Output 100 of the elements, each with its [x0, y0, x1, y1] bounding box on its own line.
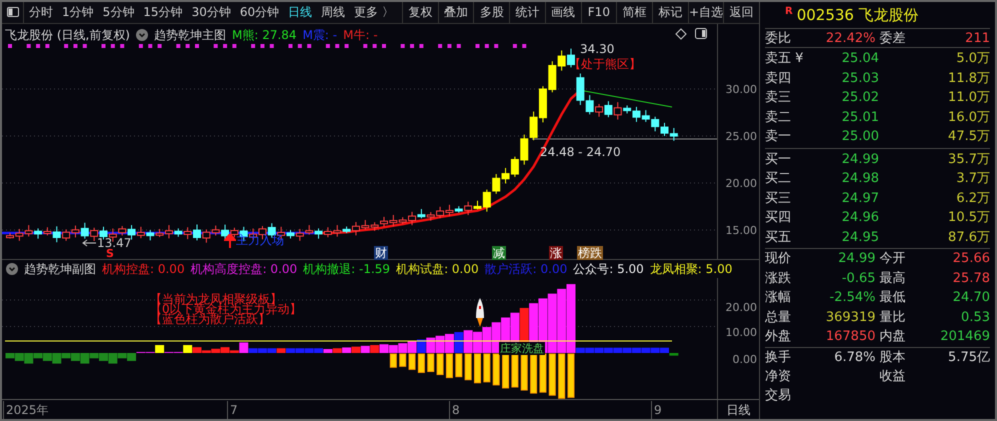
quote-label: 卖一: [765, 128, 792, 146]
collapse-chevron-icon[interactable]: [6, 263, 18, 276]
quote-value: 25.66: [952, 250, 990, 268]
ask-volume: 11.0万: [947, 89, 990, 107]
period-label: 日线: [726, 402, 750, 419]
toolbar-button[interactable]: F10: [580, 2, 616, 23]
panel-toggle-icon[interactable]: [6, 7, 18, 18]
quote-label: 交易: [765, 386, 792, 404]
toolbar-button[interactable]: 多股: [473, 2, 510, 23]
indicator-readout: 散户活跃: 0.00: [484, 261, 568, 278]
period-tab[interactable]: 30分钟: [192, 3, 231, 22]
quote-value: -2.54%: [828, 289, 876, 307]
period-tab[interactable]: 15分钟: [143, 3, 183, 22]
indicator-readout: M震: -: [302, 26, 338, 44]
quote-value: 6.78%: [833, 348, 876, 366]
up-arrow-icon: [224, 234, 236, 248]
ask-volume: 5.0万: [955, 50, 990, 68]
quote-value: 211: [964, 30, 990, 48]
date-axis-label: 9: [651, 401, 662, 419]
bid-price: 24.97: [840, 190, 879, 208]
toolbar-button[interactable]: +自选: [688, 2, 724, 23]
toolbar-button[interactable]: 简框: [616, 2, 652, 23]
value-axis-label: 20.00: [726, 300, 757, 316]
price-axis-label: 25.00: [726, 128, 757, 145]
quote-value: 24.99: [837, 250, 876, 268]
collapse-chevron-icon[interactable]: [136, 28, 148, 41]
date-axis-label: 2025年: [3, 401, 49, 419]
indicator-readout: 公众号: 5.00: [573, 261, 644, 278]
quote-label: 买一: [765, 150, 792, 168]
panel-toggle-icon[interactable]: [695, 28, 707, 39]
date-axis-label: 8: [449, 401, 460, 419]
indicator-readout: 机构试盘: 0.00: [396, 261, 479, 278]
quote-label: 委比: [765, 30, 792, 48]
price-axis-label: 30.00: [726, 82, 757, 98]
high-price-label: 34.30: [580, 40, 614, 58]
event-tag[interactable]: 榜跌: [577, 246, 603, 260]
quote-label: 卖三: [765, 89, 792, 107]
diamond-icon[interactable]: [675, 28, 687, 40]
period-tab[interactable]: 5分钟: [102, 3, 134, 22]
quote-label: 股本: [880, 348, 906, 366]
toolbar-button[interactable]: 画线: [544, 2, 581, 23]
quote-label: 内盘: [880, 328, 906, 346]
indicator-readout: 机构撤退: -1.59: [303, 261, 390, 278]
quote-label: 现价: [765, 250, 792, 268]
bid-price: 24.96: [840, 209, 879, 227]
quote-label: 买四: [765, 209, 792, 227]
quote-label: 买五: [765, 228, 792, 246]
quote-label: 最低: [880, 289, 906, 307]
period-tab[interactable]: 周线: [321, 3, 346, 22]
entry-label: 主力入场: [236, 232, 284, 249]
quote-label: 涨幅: [765, 289, 792, 307]
quote-value: 201469: [939, 328, 990, 346]
quote-value: 22.42%: [824, 30, 876, 48]
toolbar-button[interactable]: 标记: [652, 2, 688, 23]
toolbar-button[interactable]: 叠加: [438, 2, 474, 23]
event-tag[interactable]: 涨: [549, 246, 563, 260]
quote-label: 总量: [765, 308, 792, 326]
date-axis-label: 7: [227, 401, 238, 419]
wash-label: 庄家洗盘: [499, 342, 545, 356]
period-tab[interactable]: 60分钟: [240, 3, 280, 22]
indicator-readout: M牛: -: [343, 26, 378, 44]
quote-label: 外盘: [765, 328, 792, 346]
event-tag[interactable]: 减: [492, 246, 506, 260]
bid-volume: 10.5万: [947, 209, 990, 227]
quote-label: 量比: [880, 308, 906, 326]
stock-label: 飞龙股份 (日线,前复权): [5, 26, 130, 44]
period-tab[interactable]: 日线: [288, 3, 312, 22]
left-arrow-icon: [82, 238, 96, 247]
bid-volume: 35.7万: [947, 150, 990, 168]
indicator-name: 趋势乾坤主图: [154, 26, 226, 44]
indicator-readout: M熊: 27.84: [232, 26, 297, 44]
toolbar-button[interactable]: 复权: [402, 2, 438, 23]
quote-value: 167850: [824, 328, 876, 346]
price-axis-label: 15.00: [726, 222, 757, 239]
bid-price: 24.99: [840, 150, 879, 168]
quote-label: 涨跌: [765, 270, 792, 288]
ask-price: 25.04: [840, 50, 879, 68]
quote-label: 换手: [765, 348, 792, 366]
bid-volume: 87.6万: [947, 228, 990, 246]
indicator-readout: 龙凤相聚: 5.00: [650, 261, 732, 278]
quote-label: 买三: [765, 190, 792, 208]
bid-price: 24.95: [840, 228, 879, 246]
toolbar-button[interactable]: 统计: [509, 2, 545, 23]
ask-price: 25.00: [840, 128, 879, 146]
value-axis-label: 0.00: [732, 352, 757, 368]
event-tag[interactable]: 财: [374, 246, 388, 260]
toolbar-button[interactable]: 返回: [723, 2, 760, 23]
quote-label: 卖四: [765, 70, 792, 88]
ask-volume: 11.8万: [947, 70, 990, 88]
price-axis-label: 20.00: [726, 176, 757, 192]
quote-label: 卖二: [765, 108, 792, 126]
quote-label: 最高: [880, 270, 906, 288]
rocket-icon: [474, 298, 486, 328]
period-tab[interactable]: 分时: [29, 3, 53, 22]
ask-volume: 47.5万: [947, 128, 990, 146]
ask-price: 25.02: [840, 89, 879, 107]
period-tab[interactable]: 1分钟: [62, 3, 94, 22]
period-tab[interactable]: 更多 〉: [354, 3, 394, 22]
quote-value: 24.70: [952, 289, 990, 307]
quote-label: 买二: [765, 170, 792, 188]
